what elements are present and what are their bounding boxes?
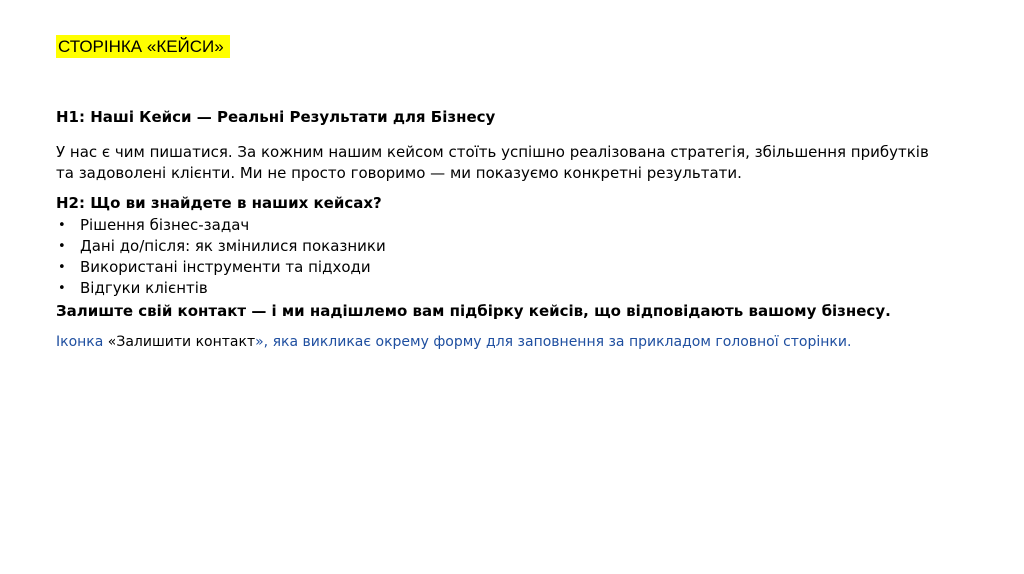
page-tag-label: СТОРІНКА «КЕЙСИ» [56,35,230,58]
note-suffix: », яка викликає окрему форму для заповне… [255,334,852,350]
list-item: • Дані до/після: як змінилися показники [56,236,956,257]
list-item: • Рішення бізнес-задач [56,215,956,236]
features-list: • Рішення бізнес-задач • Дані до/після: … [56,215,956,299]
contact-icon-note: Іконка «Залишити контакт», яка викликає … [56,332,956,353]
call-to-action-text: Залиште свій контакт — і ми надішлемо ва… [56,302,891,320]
list-item-text: Відгуки клієнтів [80,279,208,297]
bullet-icon: • [58,239,66,254]
list-item: • Відгуки клієнтів [56,278,956,299]
list-item: • Використані інструменти та підходи [56,257,956,278]
list-item-text: Дані до/після: як змінилися показники [80,237,386,255]
bullet-icon: • [58,281,66,296]
list-item-text: Рішення бізнес-задач [80,216,250,234]
list-item-text: Використані інструменти та підходи [80,258,371,276]
note-prefix: Іконка [56,334,108,350]
bullet-icon: • [58,260,66,275]
heading-h1: H1: Наші Кейси — Реальні Результати для … [56,108,496,126]
note-quoted-label: «Залишити контакт [107,334,256,350]
intro-paragraph: У нас є чим пишатися. За кожним нашим ке… [56,143,929,182]
heading-h2: H2: Що ви знайдете в наших кейсах? [56,194,382,212]
content-block: H1: Наші Кейси — Реальні Результати для … [56,106,956,353]
slide: СТОРІНКА «КЕЙСИ» H1: Наші Кейси — Реальн… [0,0,1024,574]
bullet-icon: • [58,218,66,233]
